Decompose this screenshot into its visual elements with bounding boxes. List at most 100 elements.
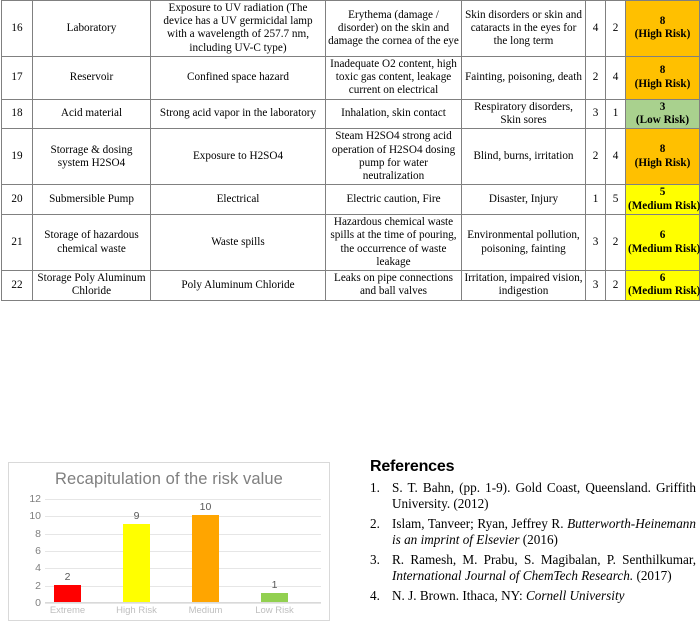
cell-s: 2 bbox=[605, 270, 626, 301]
cell-consequence: Fainting, poisoning, death bbox=[461, 55, 586, 100]
chart-gridline bbox=[45, 551, 321, 552]
cell-p: 1 bbox=[585, 184, 606, 216]
cell-s: 2 bbox=[605, 214, 626, 272]
reference-text: S. T. Bahn, (pp. 1-9). Gold Coast, Queen… bbox=[392, 480, 696, 511]
cell-p: 3 bbox=[585, 270, 606, 301]
cell-hazard: Exposure to H2SO4 bbox=[150, 128, 326, 186]
cell-consequence: Environmental pollution, poisoning, fain… bbox=[461, 214, 586, 272]
cell-risk: Electric caution, Fire bbox=[325, 184, 462, 216]
reference-text: N. J. Brown. Ithaca, NY: bbox=[392, 588, 526, 604]
reference-text: (2017) bbox=[636, 567, 672, 583]
cell-consequence: Skin disorders or skin and cataracts in … bbox=[461, 0, 586, 57]
chart-y-tick-label: 4 bbox=[35, 562, 41, 575]
chart-gridline bbox=[45, 568, 321, 570]
chart-bar-value-label: 9 bbox=[133, 510, 140, 522]
risk-recap-chart: Recapitulation of the risk value 0 2 4 6 8 10… bbox=[8, 462, 330, 621]
cell-no: 21 bbox=[1, 214, 33, 272]
cell-area: Submersible Pump bbox=[32, 184, 151, 216]
reference-text: Islam, Tanveer; Ryan, Jeffrey R. bbox=[392, 516, 568, 532]
references-list: 1. S. T. Bahn, (pp. 1-9). Gold Coast, Que… bbox=[370, 480, 696, 604]
risk-value-number: 5 bbox=[659, 186, 666, 199]
cell-risk-value: 8 (High Risk) bbox=[625, 0, 700, 57]
chart-x-tick-label: Medium bbox=[188, 605, 223, 616]
cell-area: Laboratory bbox=[32, 0, 151, 57]
cell-area: Storage of hazardous chemical waste bbox=[32, 214, 151, 272]
chart-x-tick-label: High Risk bbox=[116, 605, 157, 616]
reference-text: International Journal of ChemTech Resear… bbox=[392, 567, 637, 583]
reference-item: 1. S. T. Bahn, (pp. 1-9). Gold Coast, Que… bbox=[370, 480, 696, 511]
chart-y-tick-label: 6 bbox=[35, 545, 41, 557]
cell-hazard: Poly Aluminum Chloride bbox=[150, 270, 326, 301]
cell-no: 19 bbox=[1, 128, 33, 186]
cell-no: 22 bbox=[1, 270, 33, 301]
cell-no: 20 bbox=[1, 184, 33, 216]
risk-value-number: 8 bbox=[659, 64, 666, 77]
cell-no: 16 bbox=[1, 0, 33, 57]
chart-bar-value-label: 2 bbox=[64, 570, 71, 583]
risk-value-number: 6 bbox=[659, 229, 666, 242]
reference-text: R. Ramesh, M. Prabu, S. Magibalan, P. Se… bbox=[392, 552, 696, 568]
chart-bar bbox=[261, 593, 288, 602]
chart-bar-value-label: 10 bbox=[199, 501, 212, 514]
chart-x-tick-label: Low Risk bbox=[255, 605, 294, 616]
cell-risk-value: 8 (High Risk) bbox=[625, 55, 700, 100]
reference-number: 4. bbox=[370, 588, 380, 604]
cell-risk: Erythema (damage / disorder) on the skin… bbox=[325, 0, 462, 57]
reference-item: 3. R. Ramesh, M. Prabu, S. Magibalan, P. … bbox=[370, 552, 696, 583]
risk-assessment-table: 16 Laboratory Exposure to UV radiation (Th… bbox=[1, 0, 700, 301]
cell-p: 2 bbox=[585, 55, 606, 100]
chart-y-tick-label: 2 bbox=[35, 579, 41, 592]
cell-no: 18 bbox=[1, 98, 33, 130]
reference-number: 2. bbox=[370, 516, 380, 532]
cell-s: 2 bbox=[605, 0, 626, 57]
table-row: 18 Acid material Strong acid vapor in the … bbox=[1, 98, 700, 130]
cell-p: 4 bbox=[585, 0, 606, 57]
cell-area: Storage Poly Aluminum Chloride bbox=[32, 270, 151, 301]
risk-value-label: (High Risk) bbox=[634, 156, 691, 169]
cell-hazard: Electrical bbox=[150, 184, 326, 216]
chart-bar bbox=[123, 524, 150, 602]
risk-value-number: 8 bbox=[659, 15, 666, 27]
cell-risk: Inadequate O2 content, high toxic gas co… bbox=[325, 55, 462, 100]
references-section: References 1. S. T. Bahn, (pp. 1-9). Gold… bbox=[370, 458, 696, 609]
cell-risk: Leaks on pipe connections and ball valve… bbox=[325, 270, 462, 301]
cell-no: 17 bbox=[1, 55, 33, 100]
cell-area: Reservoir bbox=[32, 55, 151, 100]
cell-s: 5 bbox=[605, 184, 626, 216]
cell-risk: Inhalation, skin contact bbox=[325, 98, 462, 130]
cell-risk-value: 3 (Low Risk) bbox=[625, 98, 700, 130]
table-row: 16 Laboratory Exposure to UV radiation (Th… bbox=[1, 0, 700, 57]
cell-risk: Hazardous chemical waste spills at the t… bbox=[325, 214, 462, 272]
chart-y-tick-label: 10 bbox=[29, 510, 41, 523]
table-row: 19 Storrage & dosing system H2SO4 Exposure… bbox=[1, 128, 700, 186]
cell-s: 4 bbox=[605, 128, 626, 186]
cell-consequence: Respiratory disorders, Skin sores bbox=[461, 98, 586, 130]
cell-consequence: Blind, burns, irritation bbox=[461, 128, 586, 186]
chart-y-tick-label: 8 bbox=[35, 527, 41, 540]
cell-p: 3 bbox=[585, 214, 606, 272]
cell-risk: Steam H2SO4 strong acid operation of H2S… bbox=[325, 128, 462, 186]
table-row: 22 Storage Poly Aluminum Chloride Poly Alu… bbox=[1, 270, 700, 301]
table-row: 20 Submersible Pump Electrical Electric cau… bbox=[1, 184, 700, 216]
chart-gridline bbox=[45, 499, 321, 500]
table-row: 17 Reservoir Confined space hazard Inadequa… bbox=[1, 55, 700, 100]
chart-y-tick-label: 0 bbox=[35, 597, 41, 609]
reference-number: 1. bbox=[370, 480, 380, 495]
reference-item: 4. N. J. Brown. Ithaca, NY: Cornell Unive… bbox=[370, 588, 696, 604]
cell-p: 2 bbox=[585, 128, 606, 186]
cell-s: 1 bbox=[605, 98, 626, 130]
chart-gridline bbox=[45, 585, 321, 587]
chart-plot-area: 0 2 4 6 8 10 12 2 Extreme 9 High Risk 10 Medium 1 Low … bbox=[29, 493, 321, 616]
chart-bar bbox=[192, 515, 219, 602]
chart-bar bbox=[54, 584, 81, 602]
cell-consequence: Irritation, impaired vision, indigestion bbox=[461, 270, 586, 301]
reference-number: 3. bbox=[370, 552, 380, 568]
cell-risk-value: 8 (High Risk) bbox=[625, 128, 700, 186]
reference-text: Cornell University bbox=[525, 588, 625, 604]
cell-consequence: Disaster, Injury bbox=[461, 184, 586, 216]
risk-value-number: 6 bbox=[659, 272, 666, 285]
cell-hazard: Exposure to UV radiation (The device has… bbox=[150, 0, 326, 57]
table-row: 21 Storage of hazardous chemical waste Was… bbox=[1, 214, 700, 272]
references-heading: References bbox=[370, 458, 455, 475]
cell-area: Acid material bbox=[32, 98, 151, 130]
